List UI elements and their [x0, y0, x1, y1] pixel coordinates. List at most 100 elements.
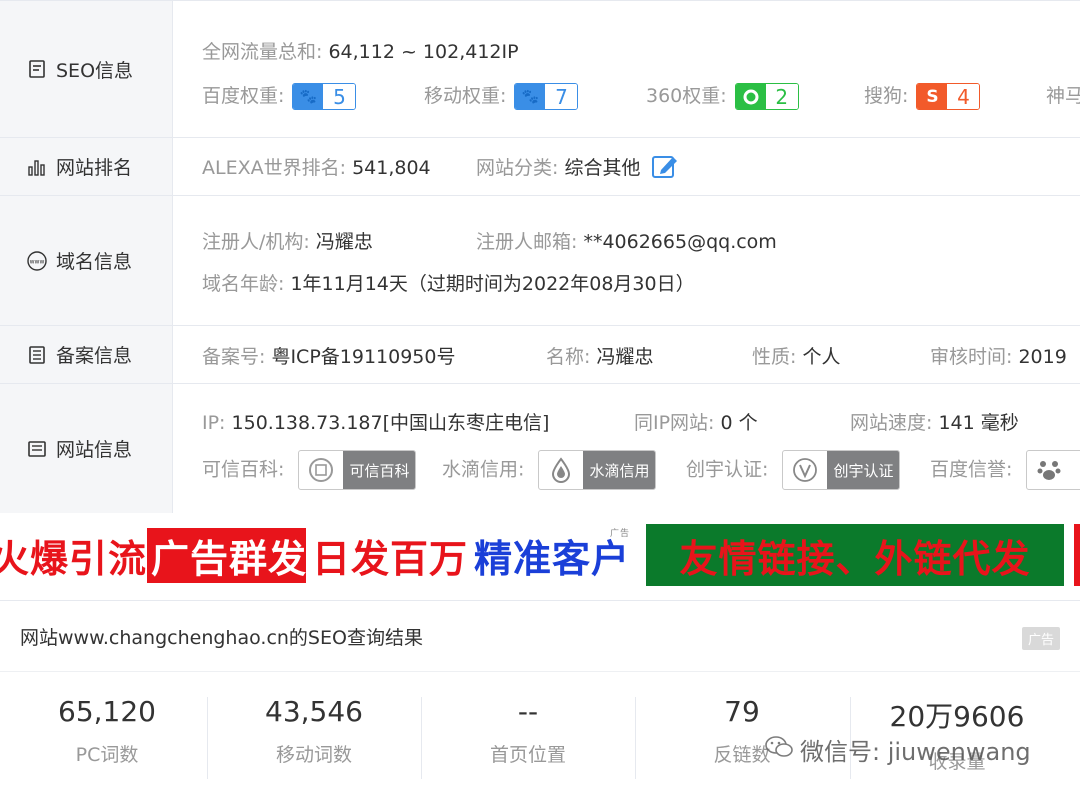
s360-weight-badge[interactable]: 2 [735, 83, 799, 110]
baidu-weight-key: 百度权重: [202, 85, 284, 107]
registrant-key: 注册人/机构: [202, 231, 310, 253]
site-info-row: 网站信息 IP: 150.138.73.187[中国山东枣庄电信] 同IP网站:… [0, 384, 1080, 513]
ad-banner-customers[interactable]: 日发百万 精准客户 广告 [306, 524, 636, 586]
site-info-label-text: 网站信息 [56, 435, 132, 462]
ad-banner-links[interactable]: 友情链接、外链代发 [646, 524, 1064, 586]
registrant-email-value: **4062665@qq.com [583, 231, 776, 253]
site-rank-label: 网站排名 [0, 138, 173, 195]
site-info-table: SEO信息 全网流量总和: 64,112 ~ 102,412IP 百度权重: 🐾… [0, 0, 1080, 512]
kexin-badge-text: 可信百科 [343, 450, 415, 490]
registrant-email-key: 注册人邮箱: [476, 231, 577, 253]
stat-value: 79 [635, 695, 849, 728]
ad1-part-b: 广告群发 [147, 528, 311, 583]
domain-info-label: www 域名信息 [0, 196, 173, 325]
kexin-key: 可信百科: [202, 459, 284, 481]
icp-audit-key: 审核时间: [930, 346, 1012, 368]
same-ip-key: 同IP网站: [634, 412, 714, 434]
mobile-weight-key: 移动权重: [424, 85, 506, 107]
mobile-weight-value: 7 [545, 84, 577, 109]
site-speed-key: 网站速度: [850, 412, 932, 434]
traffic-value: 64,112 ~ 102,412IP [328, 41, 518, 63]
kexin-seal-icon [299, 450, 343, 490]
domain-age-value: 1年11月14天（过期时间为2022年08月30日） [290, 273, 694, 295]
icp-type-key: 性质: [752, 346, 796, 368]
alexa-rank-value: 541,804 [352, 157, 431, 179]
stat-label: 首页位置 [421, 740, 635, 767]
stat-pc-keywords[interactable]: 65,120 PC词数 [0, 695, 214, 783]
stat-homepage-position[interactable]: -- 首页位置 [421, 695, 635, 783]
shuidi-key: 水滴信用: [442, 459, 524, 481]
baidu-du-icon [1027, 450, 1071, 490]
shenma-weight-key: 神马 [1046, 85, 1080, 107]
ad-label-badge: 广告 [1022, 627, 1060, 650]
chuangyu-badge[interactable]: 创宇认证 [782, 450, 900, 490]
site-rank-label-text: 网站排名 [56, 153, 132, 180]
stat-mobile-keywords[interactable]: 43,546 移动词数 [207, 695, 421, 783]
ad-banner-traffic[interactable]: 火爆引流 广告群发 [0, 524, 302, 586]
seo-info-label-text: SEO信息 [56, 56, 133, 83]
sogou-weight-badge[interactable]: S 4 [916, 83, 980, 110]
shield-v-icon [783, 450, 827, 490]
document-icon [26, 58, 48, 80]
baidu-paw-icon: 🐾 [515, 84, 545, 109]
icp-number-key: 备案号: [202, 346, 265, 368]
site-category-key: 网站分类: [476, 157, 558, 179]
ad2-part-b: 精准客户 [474, 528, 630, 583]
traffic-key: 全网流量总和: [202, 41, 322, 63]
kexin-badge[interactable]: 可信百科 [298, 450, 416, 490]
sogou-logo-icon: S [917, 84, 947, 109]
shuidi-badge[interactable]: 水滴信用 [538, 450, 656, 490]
baidu-credit-badge[interactable] [1026, 450, 1080, 490]
sogou-weight-key: 搜狗: [864, 85, 908, 107]
icp-info-label-text: 备案信息 [56, 341, 132, 368]
stat-value: -- [421, 695, 635, 728]
seo-result-header: 网站www.changchenghao.cn的SEO查询结果 广告 [0, 600, 1080, 672]
icp-name-key: 名称: [546, 346, 590, 368]
shuidi-badge-text: 水滴信用 [583, 450, 655, 490]
ad-banner-edge [1074, 524, 1080, 586]
stat-label: PC词数 [0, 740, 214, 767]
svg-text:www: www [30, 258, 45, 265]
site-info-label: 网站信息 [0, 384, 173, 513]
seo-info-row: SEO信息 全网流量总和: 64,112 ~ 102,412IP 百度权重: 🐾… [0, 1, 1080, 138]
site-speed-value: 141 毫秒 [938, 412, 1018, 434]
icp-name-value: 冯耀忠 [596, 346, 653, 368]
alexa-rank-key: ALEXA世界排名: [202, 157, 346, 179]
icp-audit-value: 2019 [1018, 346, 1066, 368]
seo-result-title: 网站www.changchenghao.cn的SEO查询结果 [20, 623, 423, 650]
list-document-icon [26, 438, 48, 460]
baidu-paw-icon: 🐾 [293, 84, 323, 109]
ad3-text: 友情链接、外链代发 [679, 528, 1030, 583]
same-ip-value: 0 个 [721, 412, 758, 434]
s360-logo-icon [736, 84, 766, 109]
watermark-text: 微信号: jiuwenwang [800, 732, 1031, 767]
icp-number-value: 粤ICP备19110950号 [271, 346, 455, 368]
icp-info-row: 备案信息 备案号: 粤ICP备19110950号 名称: 冯耀忠 性质: 个人 … [0, 326, 1080, 384]
edit-icon[interactable] [651, 153, 679, 184]
ip-key: IP: [202, 412, 225, 434]
domain-info-label-text: 域名信息 [56, 247, 132, 274]
domain-info-row: www 域名信息 注册人/机构: 冯耀忠 注册人邮箱: **4062665@qq… [0, 196, 1080, 326]
stat-value: 20万9606 [850, 695, 1064, 735]
stat-value: 43,546 [207, 695, 421, 728]
baidu-weight-value: 5 [323, 84, 355, 109]
sogou-weight-value: 4 [947, 84, 979, 109]
stat-label: 移动词数 [207, 740, 421, 767]
registrant-value: 冯耀忠 [316, 231, 373, 253]
site-category-value: 综合其他 [564, 157, 640, 179]
chuangyu-badge-text: 创宇认证 [827, 450, 899, 490]
icp-info-label: 备案信息 [0, 326, 173, 383]
domain-age-key: 域名年龄: [202, 273, 284, 295]
site-rank-row: 网站排名 ALEXA世界排名: 541,804 网站分类: 综合其他 [0, 138, 1080, 196]
wechat-watermark: 微信号: jiuwenwang [764, 732, 1031, 767]
seo-info-label: SEO信息 [0, 1, 173, 137]
baidu-weight-badge[interactable]: 🐾 5 [292, 83, 356, 110]
chuangyu-key: 创宇认证: [686, 459, 768, 481]
wechat-icon [764, 734, 794, 766]
mobile-weight-badge[interactable]: 🐾 7 [514, 83, 578, 110]
ip-value: 150.138.73.187[中国山东枣庄电信] [232, 412, 550, 434]
record-document-icon [26, 344, 48, 366]
baidu-credit-key: 百度信誉: [930, 459, 1012, 481]
s360-weight-value: 2 [766, 84, 798, 109]
icp-type-value: 个人 [802, 346, 840, 368]
